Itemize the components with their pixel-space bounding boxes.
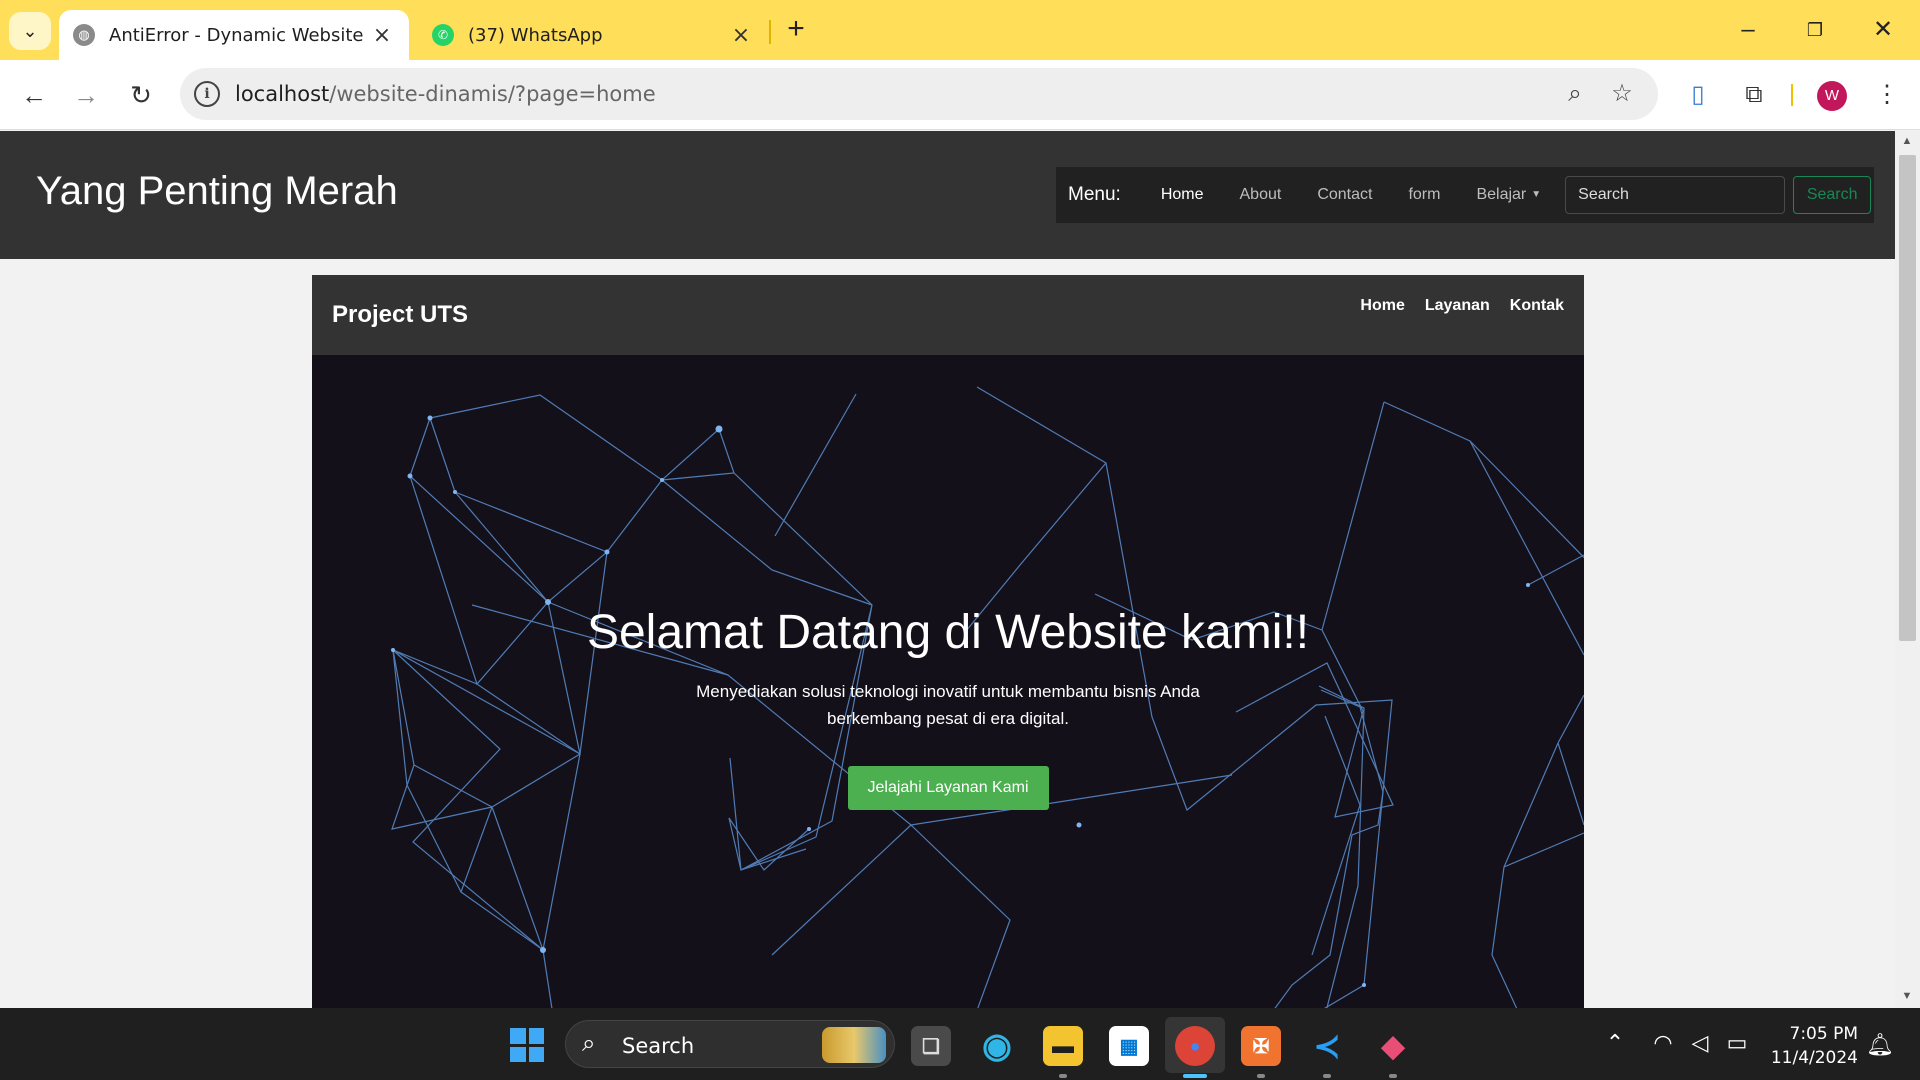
zoom-icon[interactable]: ⌕ [1559,78,1591,110]
battery-icon[interactable]: ▭ [1722,1030,1752,1056]
menu-bar: Menu: Home About Contact form Belajar ▼ S… [1056,167,1874,223]
new-tab-button[interactable]: + [780,14,812,46]
hero-section: Selamat Datang di Website kami!! Menyedi… [312,355,1584,1008]
more-menu-icon[interactable]: ⋮ [1868,76,1906,114]
app-running-indicator [1059,1074,1067,1078]
hero-title: Selamat Datang di Website kami!! [586,606,1310,659]
edge-icon[interactable]: ◉ [977,1026,1017,1066]
toolbar-divider [1791,84,1793,106]
inner-nav-links: Home Layanan Kontak [1340,297,1564,315]
tab-search-button[interactable]: ⌄ [9,12,51,50]
system-clock[interactable]: 7:05 PM 11/4/2024 [1768,1022,1858,1070]
bookmark-star-icon[interactable]: ☆ [1606,78,1638,110]
tab-separator [769,20,771,44]
page-scrollbar[interactable]: ▲ ▼ [1895,131,1920,1008]
reading-mode-icon[interactable]: ▯ [1679,76,1717,114]
tab-strip: ⌄ ◍ AntiError - Dynamic Website × ✆ (37)… [0,0,1920,60]
search-icon: ⌕ [582,1030,596,1057]
url-text[interactable]: localhost/website-dinamis/?page=home [235,82,656,106]
git-client-icon[interactable]: ◆ [1373,1026,1413,1066]
app-running-indicator [1323,1074,1331,1078]
inner-brand: Project UTS [332,301,469,328]
inner-nav-layanan[interactable]: Layanan [1425,297,1490,315]
menu-search-input[interactable] [1565,176,1786,214]
site-title: Yang Penting Merah [36,169,398,213]
taskbar-search-label: Search [622,1034,695,1058]
inner-navbar: Project UTS Home Layanan Kontak [312,275,1584,355]
active-app-indicator [1183,1074,1207,1078]
menu-item-belajar[interactable]: Belajar ▼ [1458,186,1559,204]
extensions-icon[interactable]: ⧉ [1735,76,1773,114]
browser-toolbar: ← → ↻ i localhost/website-dinamis/?page=… [0,60,1920,130]
notification-bell-icon[interactable]: 🔔︎ [1866,1032,1894,1058]
scroll-up-arrow-icon[interactable]: ▲ [1900,135,1914,149]
menu-label: Menu: [1068,184,1121,205]
whatsapp-icon: ✆ [432,24,454,46]
minimize-button[interactable]: – [1725,12,1771,48]
scroll-thumb[interactable] [1899,155,1916,641]
address-bar[interactable]: i localhost/website-dinamis/?page=home ⌕… [180,68,1658,120]
forward-button[interactable]: → [64,73,108,117]
back-button[interactable]: ← [12,73,56,117]
tab-title: AntiError - Dynamic Website [109,24,364,46]
tab-title: (37) WhatsApp [468,24,603,46]
menu-item-home[interactable]: Home [1143,186,1222,204]
tab-whatsapp[interactable]: ✆ (37) WhatsApp × [418,10,768,60]
chevron-up-icon[interactable]: ⌃ [1603,1030,1627,1056]
task-view-icon[interactable]: ❏ [911,1026,951,1066]
taskbar: ⌕ Search ❏ ◉ ▬ ▦ ● ✠ ≺ ◆ ⌃ ◠ ◁ ▭ 7:05 PM… [0,1008,1920,1080]
menu-item-contact[interactable]: Contact [1299,186,1390,204]
chrome-icon[interactable]: ● [1175,1026,1215,1066]
clock-date: 11/4/2024 [1770,1048,1858,1068]
xampp-icon[interactable]: ✠ [1241,1026,1281,1066]
clock-time: 7:05 PM [1789,1024,1859,1044]
inner-nav-kontak[interactable]: Kontak [1510,297,1564,315]
scroll-down-arrow-icon[interactable]: ▼ [1900,990,1914,1004]
close-window-button[interactable]: ✕ [1860,12,1906,48]
menu-item-about[interactable]: About [1222,186,1300,204]
reload-button[interactable]: ↻ [119,73,163,117]
tab-antierror[interactable]: ◍ AntiError - Dynamic Website × [59,10,409,60]
close-icon[interactable]: × [369,23,395,48]
content-panel: Project UTS Home Layanan Kontak Selamat … [312,275,1584,1008]
wifi-icon[interactable]: ◠ [1649,1030,1677,1056]
globe-icon: ◍ [73,24,95,46]
restore-button[interactable]: ❐ [1792,12,1838,48]
microsoft-store-icon[interactable]: ▦ [1109,1026,1149,1066]
taskbar-search[interactable]: ⌕ Search [565,1020,895,1068]
caret-down-icon: ▼ [1531,189,1542,201]
search-highlight-image [822,1027,886,1063]
windows-start-icon[interactable] [510,1028,544,1062]
file-explorer-icon[interactable]: ▬ [1043,1026,1083,1066]
menu-item-form[interactable]: form [1390,186,1458,204]
hero-text: Selamat Datang di Website kami!! Menyedi… [312,605,1584,810]
profile-avatar[interactable]: W [1817,81,1847,111]
page-viewport: Yang Penting Merah Menu: Home About Cont… [0,131,1895,1008]
hero-subtitle: Menyediakan solusi teknologi inovatif un… [696,682,1200,728]
app-running-indicator [1257,1074,1265,1078]
site-header: Yang Penting Merah Menu: Home About Cont… [0,131,1895,259]
vscode-icon[interactable]: ≺ [1307,1026,1347,1066]
close-icon[interactable]: × [728,23,754,48]
app-running-indicator [1389,1074,1397,1078]
volume-icon[interactable]: ◁ [1686,1030,1714,1056]
chevron-down-icon: ⌄ [22,20,38,41]
explore-services-button[interactable]: Jelajahi Layanan Kami [847,766,1049,810]
site-info-icon[interactable]: i [194,81,220,107]
menu-search-button[interactable]: Search [1793,176,1872,214]
inner-nav-home[interactable]: Home [1360,297,1404,315]
